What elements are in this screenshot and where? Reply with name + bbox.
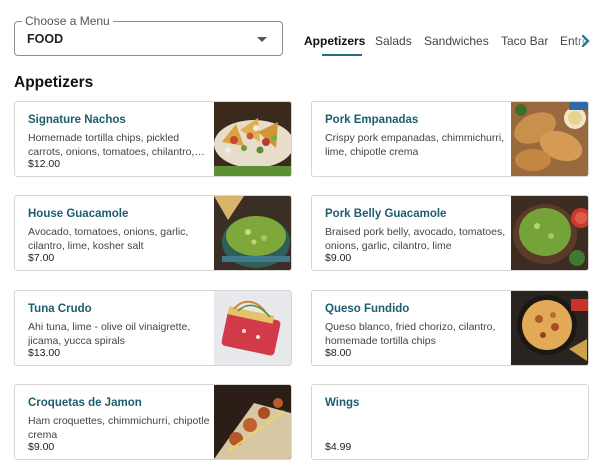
item-name: Signature Nachos <box>28 114 126 126</box>
menu-select-label: Choose a Menu <box>22 14 113 28</box>
caret-down-icon <box>257 37 267 42</box>
item-name: Pork Empanadas <box>325 114 419 126</box>
menu-item-card[interactable]: Signature Nachos Homemade tortilla chips… <box>14 101 292 177</box>
item-photo <box>214 196 291 270</box>
menu-select-value: FOOD <box>27 32 64 46</box>
tab-taco-bar[interactable]: Taco Bar <box>501 34 548 48</box>
scroll-tabs-button[interactable] <box>574 22 616 58</box>
item-price: $8.00 <box>325 347 352 359</box>
menu-page: Choose a Menu FOOD Appetizers Salads San… <box>0 0 616 471</box>
tab-appetizers[interactable]: Appetizers <box>304 34 365 48</box>
item-photo <box>214 291 291 365</box>
item-name: House Guacamole <box>28 208 129 220</box>
item-name: Queso Fundido <box>325 303 410 315</box>
tab-sandwiches[interactable]: Sandwiches <box>424 34 489 48</box>
item-price: $13.00 <box>28 347 61 359</box>
active-tab-indicator <box>322 54 362 56</box>
item-description: Avocado, tomatoes, onions, garlic, cilan… <box>28 226 189 252</box>
item-price: $12.00 <box>28 158 61 170</box>
menu-item-card[interactable]: House Guacamole Avocado, tomatoes, onion… <box>14 195 292 271</box>
item-description: Braised pork belly, avocado, tomatoes, o… <box>325 226 506 252</box>
menu-item-card[interactable]: Pork Belly Guacamole Braised pork belly,… <box>311 195 589 271</box>
item-price: $9.00 <box>28 441 55 453</box>
section-title: Appetizers <box>14 74 94 91</box>
menu-item-card[interactable]: Tuna Crudo Ahi tuna, lime - olive oil vi… <box>14 290 292 366</box>
item-description: Homemade tortilla chips, pickled carrots… <box>28 132 195 158</box>
menu-item-card[interactable]: Croquetas de Jamon Ham croquettes, chimm… <box>14 384 292 460</box>
item-photo <box>214 385 291 459</box>
menu-item-card[interactable]: Pork Empanadas Crispy pork empanadas, ch… <box>311 101 589 177</box>
item-name: Tuna Crudo <box>28 303 92 315</box>
item-name: Wings <box>325 397 360 409</box>
tab-salads[interactable]: Salads <box>375 34 412 48</box>
item-description: Crispy pork empanadas, chimmichurri, lim… <box>325 132 505 158</box>
menu-tabs: Appetizers Salads Sandwiches Taco Bar En… <box>298 22 616 58</box>
item-price: $4.99 <box>325 441 352 453</box>
item-description: Queso blanco, fried chorizo, cilantro, h… <box>325 321 496 347</box>
item-photo <box>511 291 588 365</box>
item-name: Croquetas de Jamon <box>28 397 142 409</box>
menu-item-card[interactable]: Queso Fundido Queso blanco, fried choriz… <box>311 290 589 366</box>
item-description: Ahi tuna, lime - olive oil vinaigrette, … <box>28 321 191 347</box>
chevron-right-icon <box>581 35 590 47</box>
item-price: $7.00 <box>28 252 55 264</box>
item-description: Ham croquettes, chimmichurri, chipotle c… <box>28 415 210 441</box>
menu-item-card[interactable]: Wings $4.99 <box>311 384 589 460</box>
item-photo <box>511 102 588 176</box>
item-name: Pork Belly Guacamole <box>325 208 447 220</box>
menu-select[interactable]: Choose a Menu FOOD <box>14 14 283 56</box>
item-photo <box>511 196 588 270</box>
item-price: $9.00 <box>325 252 352 264</box>
item-photo <box>214 102 291 176</box>
